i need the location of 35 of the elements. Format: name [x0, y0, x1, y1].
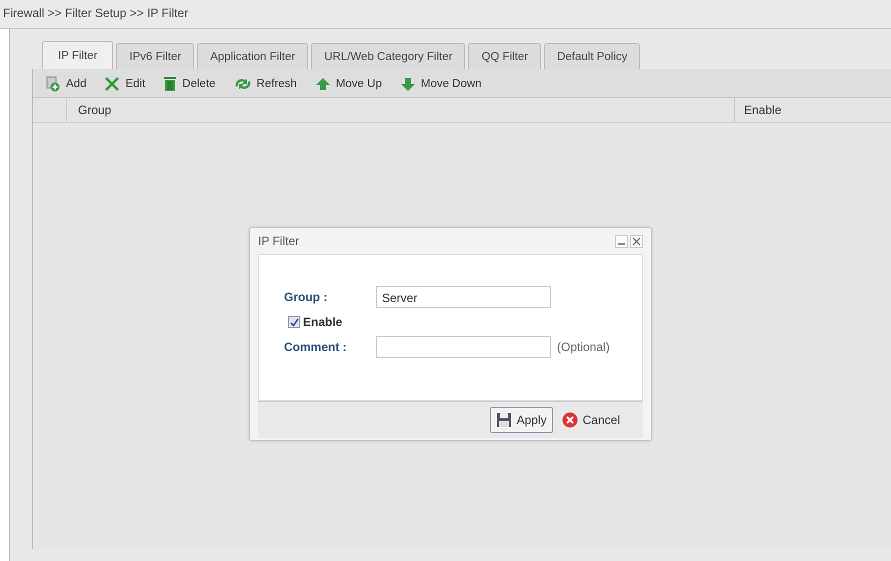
close-icon[interactable]	[630, 234, 643, 248]
column-header[interactable]: Group	[67, 98, 735, 122]
field-label: Comment :	[284, 340, 348, 354]
cancel-button[interactable]: Cancel	[556, 407, 625, 433]
toolbar-button[interactable]: Move Down	[398, 76, 484, 92]
tab[interactable]: IPv6 Filter	[116, 43, 194, 69]
tab[interactable]: QQ Filter	[468, 43, 542, 69]
toolbar-button[interactable]: Move Up	[312, 76, 384, 92]
hint-text: (Optional)	[557, 340, 610, 354]
tab[interactable]: Application Filter	[197, 43, 308, 69]
column-header[interactable]: Enable	[735, 98, 891, 122]
arrow-down-icon	[400, 76, 416, 92]
tab[interactable]: Default Policy	[544, 43, 640, 69]
apply-button[interactable]: Apply	[490, 407, 553, 433]
checkbox-label: Enable	[303, 315, 342, 329]
breadcrumb: Firewall >> Filter Setup >> IP Filter	[0, 0, 891, 29]
toolbar-button[interactable]: Refresh	[232, 77, 299, 91]
comment-field[interactable]	[376, 336, 551, 358]
toolbar-button[interactable]: Add	[43, 76, 88, 92]
arrow-up-icon	[314, 76, 331, 92]
trash-icon	[163, 76, 178, 92]
toolbar-button[interactable]: Edit	[102, 76, 148, 92]
tools-icon	[104, 76, 120, 92]
checkbox[interactable]	[288, 316, 300, 328]
tab[interactable]: URL/Web Category Filter	[311, 43, 466, 69]
tab[interactable]: IP Filter	[42, 41, 114, 69]
cancel-icon	[562, 412, 578, 428]
field-label: Group :	[284, 290, 328, 304]
dialog-title: IP Filter	[258, 234, 300, 248]
floppy-icon	[496, 412, 512, 428]
minimize-icon[interactable]	[615, 234, 628, 248]
group-field[interactable]: Server	[376, 286, 551, 308]
add-icon	[45, 76, 61, 92]
refresh-icon	[234, 77, 252, 91]
toolbar-button[interactable]: Delete	[161, 76, 218, 92]
